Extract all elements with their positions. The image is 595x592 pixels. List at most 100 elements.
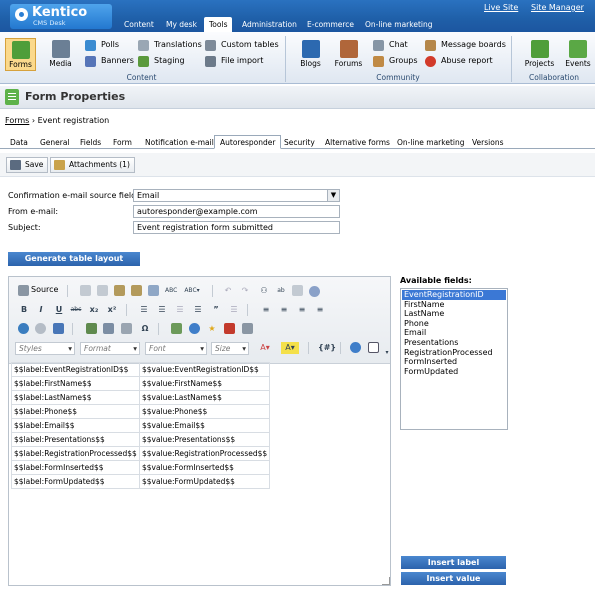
superscript-icon[interactable]: x² — [106, 304, 118, 316]
tab-data[interactable]: Data — [4, 135, 34, 149]
from-email-input[interactable]: autoresponder@example.com — [133, 205, 340, 218]
insert-macro-icon[interactable]: {#} — [318, 342, 336, 354]
special-character-icon[interactable]: Ω — [139, 323, 151, 335]
tab-autoresponder[interactable]: Autoresponder — [214, 135, 282, 149]
tab-form[interactable]: Form — [107, 135, 138, 149]
main-tab-tools[interactable]: Tools — [204, 17, 233, 32]
label-macro-cell[interactable]: $$label:EventRegistrationID$$ — [11, 362, 140, 377]
polls-button[interactable]: Polls — [85, 38, 119, 52]
label-macro-cell[interactable]: $$label:Phone$$ — [11, 404, 140, 419]
table-row[interactable]: $$label:FormInserted$$ $$value:FormInsert… — [11, 460, 271, 475]
strikethrough-icon[interactable]: abc — [70, 304, 82, 316]
site-manager-link[interactable]: Site Manager — [531, 3, 584, 12]
insert-image-icon[interactable] — [86, 323, 97, 334]
forums-button[interactable]: Forums — [333, 38, 364, 71]
banners-button[interactable]: Banners — [85, 54, 134, 68]
attachments-button[interactable]: Attachments (1) — [50, 157, 135, 173]
insert-link-icon[interactable] — [18, 323, 29, 334]
main-tab-ecommerce[interactable]: E-commerce — [302, 17, 359, 32]
value-macro-cell[interactable]: $$value:FirstName$$ — [138, 376, 271, 391]
tab-notification-email[interactable]: Notification e-mail — [139, 135, 220, 149]
tab-online-marketing[interactable]: On-line marketing — [391, 135, 471, 149]
events-button[interactable]: Events — [563, 38, 593, 71]
insert-label-button[interactable]: Insert label — [401, 556, 506, 569]
blogs-button[interactable]: Blogs — [295, 38, 326, 71]
subscript-icon[interactable]: x₂ — [88, 304, 100, 316]
main-tab-administration[interactable]: Administration — [237, 17, 302, 32]
generate-table-layout-button[interactable]: Generate table layout — [8, 252, 140, 266]
format-select[interactable]: Format — [80, 342, 140, 355]
value-macro-cell[interactable]: $$value:Email$$ — [138, 418, 271, 433]
breadcrumb-forms-link[interactable]: Forms — [5, 116, 29, 125]
resize-handle-icon[interactable] — [382, 577, 390, 585]
table-row[interactable]: $$label:LastName$$ $$value:LastName$$ — [11, 390, 271, 405]
youtube-icon[interactable] — [224, 323, 235, 334]
list-item[interactable]: FormUpdated — [402, 367, 506, 377]
label-macro-cell[interactable]: $$label:FormInserted$$ — [11, 460, 140, 475]
table-row[interactable]: $$label:Phone$$ $$value:Phone$$ — [11, 404, 271, 419]
insert-media-icon[interactable] — [189, 323, 200, 334]
value-macro-cell[interactable]: $$value:Phone$$ — [138, 404, 271, 419]
underline-icon[interactable]: U — [53, 304, 65, 316]
background-color-icon[interactable]: A▾ — [281, 342, 299, 354]
select-all-icon[interactable] — [292, 285, 303, 296]
kentico-logo[interactable]: Kentico CMS Desk — [10, 4, 112, 29]
value-macro-cell[interactable]: $$value:EventRegistrationID$$ — [138, 362, 271, 377]
chevron-down-icon[interactable]: ▼ — [327, 190, 339, 201]
media-button[interactable]: Media — [45, 38, 76, 71]
value-macro-cell[interactable]: $$value:RegistrationProcessed$$ — [138, 446, 271, 461]
cut-icon[interactable] — [80, 285, 91, 296]
anchor-flag-icon[interactable] — [53, 323, 64, 334]
insert-star-icon[interactable]: ★ — [206, 323, 218, 335]
bold-icon[interactable]: B — [18, 304, 30, 316]
live-site-link[interactable]: Live Site — [484, 3, 518, 12]
create-div-icon[interactable]: ☰ — [228, 304, 240, 316]
tab-general[interactable]: General — [34, 135, 76, 149]
maximize-icon[interactable] — [368, 342, 379, 353]
forms-button[interactable]: Forms — [5, 38, 36, 71]
font-select[interactable]: Font — [145, 342, 207, 355]
text-color-icon[interactable]: A▾ — [256, 342, 274, 354]
undo-icon[interactable]: ↶ — [222, 285, 234, 297]
tab-alternative-forms[interactable]: Alternative forms — [319, 135, 396, 149]
spellcheck-icon[interactable]: ABC — [165, 285, 177, 297]
label-macro-cell[interactable]: $$label:FormUpdated$$ — [11, 474, 140, 489]
replace-icon[interactable]: ab — [275, 285, 287, 297]
list-item[interactable]: Email — [402, 328, 506, 338]
list-item[interactable]: EventRegistrationID — [402, 290, 506, 300]
subject-input[interactable]: Event registration form submitted — [133, 221, 340, 234]
table-row[interactable]: $$label:FirstName$$ $$value:FirstName$$ — [11, 376, 271, 391]
copy-icon[interactable] — [97, 285, 108, 296]
label-macro-cell[interactable]: $$label:LastName$$ — [11, 390, 140, 405]
table-row[interactable]: $$label:FormUpdated$$ $$value:FormUpdated… — [11, 474, 271, 489]
list-item[interactable]: LastName — [402, 309, 506, 319]
increase-indent-icon[interactable]: ☰ — [192, 304, 204, 316]
align-center-icon[interactable]: ≡ — [278, 304, 290, 316]
insert-form-icon[interactable] — [242, 323, 253, 334]
styles-select[interactable]: Styles — [15, 342, 75, 355]
redo-icon[interactable]: ↷ — [239, 285, 251, 297]
align-justify-icon[interactable]: ≡ — [314, 304, 326, 316]
source-field-select[interactable]: Email ▼ — [133, 189, 340, 202]
tab-fields[interactable]: Fields — [74, 135, 107, 149]
value-macro-cell[interactable]: $$value:LastName$$ — [138, 390, 271, 405]
tab-versions[interactable]: Versions — [466, 135, 510, 149]
bulleted-list-icon[interactable]: ☰ — [156, 304, 168, 316]
save-button[interactable]: Save — [6, 157, 49, 173]
list-item[interactable]: FirstName — [402, 300, 506, 310]
value-macro-cell[interactable]: $$value:FormInserted$$ — [138, 460, 271, 475]
insert-table-icon[interactable] — [103, 323, 114, 334]
table-row[interactable]: $$label:EventRegistrationID$$ $$value:Eve… — [11, 362, 271, 377]
table-row[interactable]: $$label:Presentations$$ $$value:Presentat… — [11, 432, 271, 447]
list-item[interactable]: Phone — [402, 319, 506, 329]
source-icon[interactable] — [18, 285, 29, 296]
find-icon[interactable]: ⚇ — [258, 285, 270, 297]
align-right-icon[interactable]: ≡ — [296, 304, 308, 316]
file-import-button[interactable]: File import — [205, 54, 263, 68]
list-item[interactable]: RegistrationProcessed — [402, 348, 506, 358]
available-fields-list[interactable]: EventRegistrationID FirstName LastName Phon… — [400, 288, 508, 430]
decrease-indent-icon[interactable]: ☰ — [174, 304, 186, 316]
label-macro-cell[interactable]: $$label:Email$$ — [11, 418, 140, 433]
main-tab-online-marketing[interactable]: On-line marketing — [360, 17, 438, 32]
label-macro-cell[interactable]: $$label:FirstName$$ — [11, 376, 140, 391]
